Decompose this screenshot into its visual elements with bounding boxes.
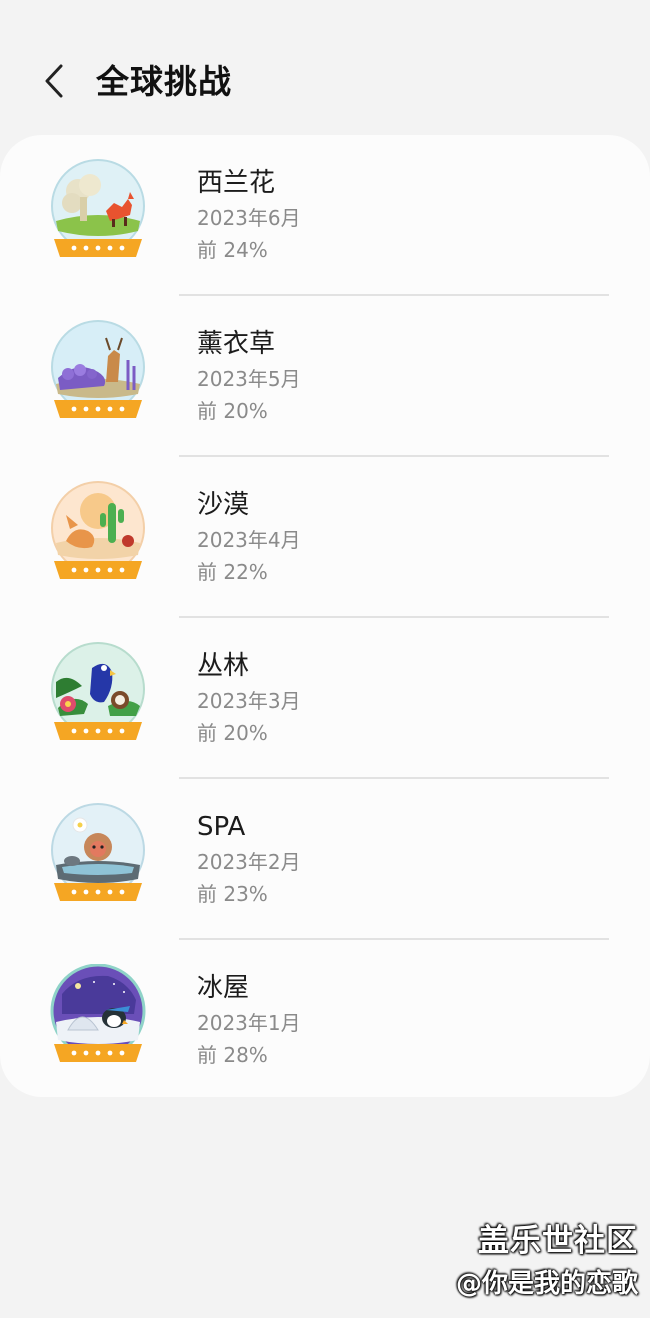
challenge-rank: 前 24% <box>197 238 268 262</box>
challenge-rank: 前 23% <box>197 882 268 906</box>
challenge-name: 丛林 <box>197 651 250 681</box>
desert-fox-globe-icon <box>51 481 145 579</box>
challenge-name: 冰屋 <box>197 973 250 1003</box>
app-header: 全球挑战 <box>0 0 650 135</box>
challenge-item-broccoli[interactable]: 西兰花 2023年6月 前 24% <box>0 135 650 296</box>
challenge-item-spa[interactable]: SPA 2023年2月 前 23% <box>0 779 650 940</box>
broccoli-fox-globe-icon <box>51 159 145 257</box>
challenge-date: 2023年6月 <box>197 206 301 230</box>
challenge-list-card: 西兰花 2023年6月 前 24% 薰衣草 2023年5月 前 20% 沙漠 2… <box>0 135 650 1097</box>
challenge-rank: 前 20% <box>197 399 268 423</box>
challenge-name: 沙漠 <box>197 490 250 520</box>
challenge-item-jungle[interactable]: 丛林 2023年3月 前 20% <box>0 618 650 779</box>
challenge-name: 薰衣草 <box>197 329 276 359</box>
challenge-date: 2023年4月 <box>197 528 301 552</box>
igloo-penguin-globe-icon <box>50 964 146 1062</box>
challenge-item-igloo[interactable]: 冰屋 2023年1月 前 28% <box>0 940 650 1101</box>
watermark-author: @你是我的恋歌 <box>455 1269 638 1299</box>
challenge-date: 2023年3月 <box>197 689 301 713</box>
challenge-rank: 前 20% <box>197 721 268 745</box>
spa-monkey-globe-icon <box>51 803 145 901</box>
lavender-deer-globe-icon <box>51 320 145 418</box>
challenge-item-lavender[interactable]: 薰衣草 2023年5月 前 20% <box>0 296 650 457</box>
page-title: 全球挑战 <box>96 62 232 101</box>
challenge-date: 2023年5月 <box>197 367 301 391</box>
jungle-parrot-globe-icon <box>51 642 145 740</box>
back-button[interactable] <box>30 56 78 106</box>
challenge-rank: 前 28% <box>197 1043 268 1067</box>
challenge-name: SPA <box>197 812 246 842</box>
chevron-left-icon <box>45 64 63 98</box>
challenge-name: 西兰花 <box>197 168 276 198</box>
challenge-item-desert[interactable]: 沙漠 2023年4月 前 22% <box>0 457 650 618</box>
challenge-date: 2023年2月 <box>197 850 301 874</box>
watermark-community: 盖乐世社区 <box>478 1223 638 1259</box>
challenge-rank: 前 22% <box>197 560 268 584</box>
challenge-date: 2023年1月 <box>197 1011 301 1035</box>
